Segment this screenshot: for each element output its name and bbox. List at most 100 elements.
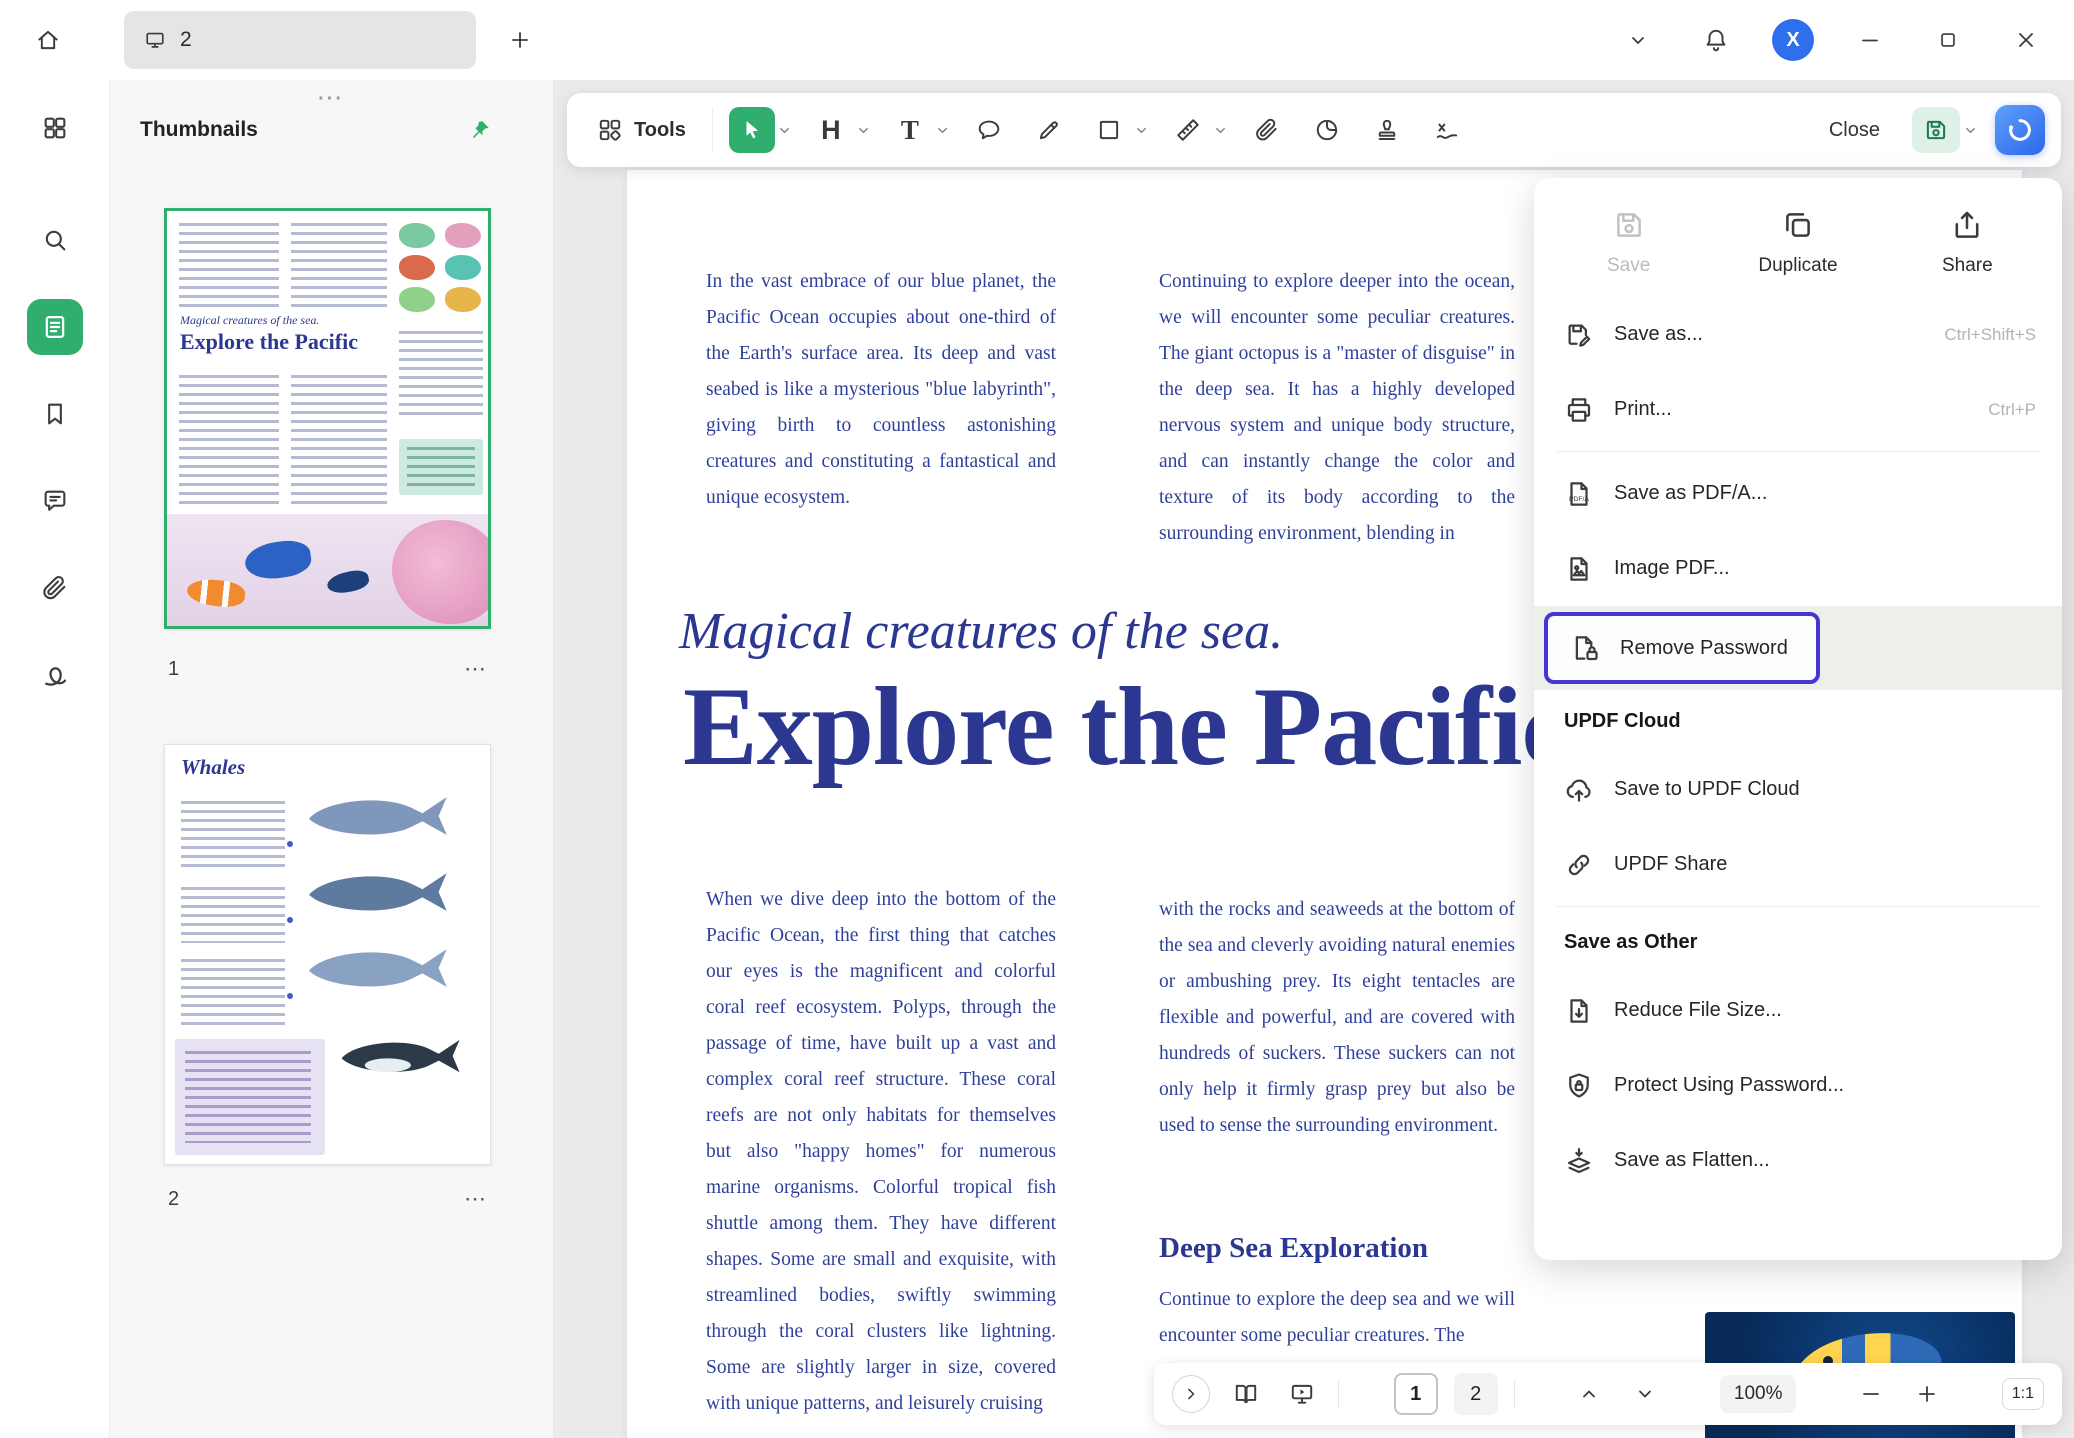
stamp-tool-button[interactable] [1364,107,1410,153]
pin-icon[interactable] [469,119,491,141]
bookmark-icon [41,400,69,428]
select-tool-button[interactable] [729,107,775,153]
menu-item-reduce-file-size[interactable]: Reduce File Size... [1534,973,2062,1048]
slideshow-button[interactable] [1282,1374,1322,1414]
menu-item-save-as-flatten[interactable]: Save as Flatten... [1534,1123,2062,1198]
shape-tool-button[interactable] [1086,107,1132,153]
menu-divider [1556,451,2040,452]
mini-text-block [185,1051,311,1143]
next-page-chevron-button[interactable] [1625,1374,1665,1414]
sticker-icon [1314,117,1340,143]
mini-callout-box [175,1039,325,1155]
panel-handle-dots: ⋯ [317,82,347,112]
page-1-menu-button[interactable]: ⋯ [464,656,488,682]
menu-item-updf-share[interactable]: UPDF Share [1534,827,2062,902]
maximize-button[interactable] [1926,18,1970,62]
heading-tool-letter: H [821,115,841,146]
zoom-out-button[interactable] [1851,1374,1891,1414]
menu-item-remove-password[interactable]: Remove Password [1534,606,2062,690]
menu-item-print[interactable]: Print... Ctrl+P [1534,372,2062,447]
comment-tool-button[interactable] [966,107,1012,153]
bottombar-divider [1338,1381,1339,1407]
pdfa-document-icon: PDF/A [1564,479,1594,509]
menu-item-image-pdf[interactable]: Image PDF... [1534,531,2062,606]
mini-photo-strip [167,514,488,626]
menu-item-save-as-pdfa[interactable]: PDF/A Save as PDF/A... [1534,456,2062,531]
save-options-chevron[interactable] [1961,123,1979,138]
page-navigation-bar: 1 2 100% 1:1 [1154,1363,2062,1425]
mini-text-block [291,223,387,307]
doc-paragraph: Continuing to explore deeper into the oc… [1159,264,1515,552]
sticker-tool-button[interactable] [1304,107,1350,153]
zoom-buttons-group [1851,1374,1947,1414]
save-icon [1923,117,1949,143]
comment-icon [41,487,69,515]
bookmarks-button[interactable] [27,386,83,442]
page-2-menu-button[interactable]: ⋯ [464,1186,488,1212]
save-button[interactable] [1912,107,1960,153]
select-tool-chevron[interactable] [776,123,794,138]
next-page-button[interactable]: 2 [1454,1373,1498,1415]
collapse-toolbar-button[interactable] [1616,18,1660,62]
timeline-dot [287,917,293,923]
new-tab-button[interactable] [500,20,540,60]
menu-item-label: Print... [1614,398,1672,421]
heading-tool-button[interactable]: H [808,107,854,153]
sign-tool-button[interactable] [27,647,83,703]
doc-paragraph: Continue to explore the deep sea and we … [1159,1282,1515,1354]
search-button[interactable] [27,212,83,268]
menu-item-save-to-updf-cloud[interactable]: Save to UPDF Cloud [1534,752,2062,827]
attach-file-button[interactable] [1244,107,1290,153]
menu-divider [1556,906,2040,907]
menu-share-button[interactable]: Share [1883,208,2052,277]
tools-icon [597,117,623,143]
page-number-group: 1 2 [1394,1373,1515,1415]
tools-button[interactable]: Tools [583,103,700,157]
home-button[interactable] [26,18,70,62]
measure-tool-button[interactable] [1165,107,1211,153]
measure-tool-chevron[interactable] [1212,123,1230,138]
minimize-button[interactable] [1848,18,1892,62]
menu-duplicate-button[interactable]: Duplicate [1713,208,1882,277]
mini-callout-box [399,439,483,495]
panel-drag-handle[interactable]: ⋯ [110,82,553,113]
shape-tool-chevron[interactable] [1133,123,1151,138]
expand-panel-button[interactable] [1172,1375,1210,1413]
save-label: Save [1607,255,1650,277]
zoom-in-button[interactable] [1907,1374,1947,1414]
pen-tool-button[interactable] [1026,107,1072,153]
save-as-icon [1564,320,1594,350]
plus-icon [1915,1382,1939,1406]
text-tool-button[interactable]: T [887,107,933,153]
signature-tool-button[interactable] [1424,107,1470,153]
notifications-button[interactable] [1694,18,1738,62]
reader-mode-button[interactable] [1226,1374,1266,1414]
signature-loop-icon [40,660,70,690]
account-avatar[interactable]: X [1772,19,1814,61]
comments-button[interactable] [27,473,83,529]
doc-paragraph: with the rocks and seaweeds at the botto… [1159,892,1515,1144]
page-thumbnail-2[interactable]: Whales [164,744,491,1165]
speech-bubble-icon [976,117,1002,143]
timeline-dot [287,993,293,999]
text-tool-chevron[interactable] [934,123,952,138]
mini-text-block [179,223,279,307]
document-tab[interactable]: 2 [124,11,476,69]
close-edit-button[interactable]: Close [1819,119,1890,142]
current-page-input[interactable]: 1 [1394,1373,1438,1415]
actual-size-button[interactable]: 1:1 [2002,1378,2044,1410]
apps-grid-button[interactable] [27,100,83,156]
previous-page-button[interactable] [1569,1374,1609,1414]
close-window-button[interactable] [2004,18,2048,62]
ai-assistant-button[interactable] [1995,105,2045,155]
thumbnails-panel-button[interactable] [27,299,83,355]
page-thumbnail-1[interactable]: Magical creatures of the sea. Explore th… [164,208,491,629]
menu-item-label: Remove Password [1620,637,1788,660]
menu-item-save-as[interactable]: Save as... Ctrl+Shift+S [1534,297,2062,372]
menu-item-protect-using-password[interactable]: Protect Using Password... [1534,1048,2062,1123]
menu-save-button[interactable]: Save [1544,208,1713,277]
attachments-button[interactable] [27,560,83,616]
remove-password-icon [1570,633,1600,663]
heading-tool-chevron[interactable] [855,123,873,138]
zoom-level-button[interactable]: 100% [1720,1375,1797,1413]
